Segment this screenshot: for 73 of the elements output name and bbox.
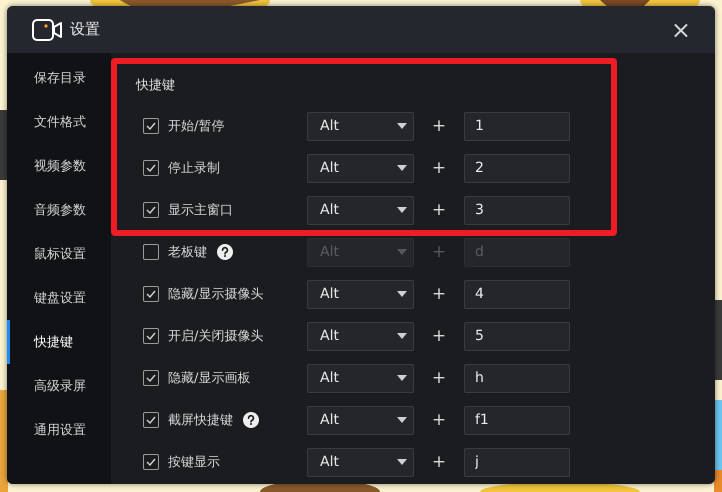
- key-field[interactable]: 1: [464, 112, 570, 140]
- shortcut-label: 截屏快捷键: [168, 412, 233, 429]
- key-field[interactable]: f1: [464, 406, 570, 434]
- caret-icon: [397, 333, 407, 339]
- caret-icon: [397, 459, 407, 465]
- plus-sign: +: [432, 158, 446, 178]
- check-icon: [146, 332, 156, 340]
- shortcut-label: 按键显示: [168, 454, 220, 471]
- caret-icon: [397, 249, 407, 255]
- plus-sign: +: [432, 326, 446, 346]
- check-icon: [146, 290, 156, 298]
- checkbox[interactable]: [143, 454, 159, 470]
- sidebar-item[interactable]: 快捷键: [7, 320, 111, 364]
- modifier-dropdown[interactable]: Alt: [307, 112, 414, 140]
- shortcut-label: 隐藏/显示画板: [168, 370, 250, 387]
- checkbox[interactable]: [143, 412, 159, 428]
- modifier-dropdown[interactable]: Alt: [307, 196, 414, 224]
- window-title: 设置: [70, 20, 101, 39]
- shortcut-label: 老板键: [168, 244, 207, 261]
- shortcut-label: 停止录制: [168, 160, 220, 177]
- modifier-dropdown[interactable]: Alt: [307, 448, 414, 476]
- key-field[interactable]: 2: [464, 154, 570, 182]
- plus-sign: +: [432, 200, 446, 220]
- checkbox[interactable]: [143, 118, 159, 134]
- modifier-dropdown[interactable]: Alt: [307, 364, 414, 392]
- check-icon: [146, 122, 156, 130]
- check-icon: [146, 416, 156, 424]
- help-icon[interactable]: [243, 412, 259, 428]
- modifier-dropdown[interactable]: Alt: [307, 280, 414, 308]
- shortcut-label: 隐藏/显示摄像头: [168, 286, 264, 303]
- sidebar-item[interactable]: 通用设置: [7, 408, 111, 452]
- plus-sign: +: [432, 242, 446, 262]
- caret-icon: [397, 375, 407, 381]
- caret-icon: [397, 123, 407, 129]
- shortcut-label: 显示主窗口: [168, 202, 233, 219]
- check-icon: [146, 164, 156, 172]
- shortcut-label: 开启/关闭摄像头: [168, 328, 264, 345]
- checkbox[interactable]: [143, 328, 159, 344]
- check-icon: [146, 206, 156, 214]
- key-field[interactable]: 4: [464, 280, 570, 308]
- checkbox[interactable]: [143, 286, 159, 302]
- plus-sign: +: [432, 452, 446, 472]
- modifier-dropdown[interactable]: Alt: [307, 154, 414, 182]
- check-icon: [146, 458, 156, 466]
- key-field[interactable]: j: [464, 448, 570, 476]
- key-field[interactable]: 5: [464, 322, 570, 350]
- camera-icon: [32, 18, 62, 40]
- sidebar-item[interactable]: 鼠标设置: [7, 232, 111, 276]
- caret-icon: [397, 165, 407, 171]
- sidebar-item[interactable]: 视频参数: [7, 144, 111, 188]
- modifier-dropdown[interactable]: Alt: [307, 322, 414, 350]
- sidebar-item[interactable]: 高级录屏: [7, 364, 111, 408]
- sidebar-item[interactable]: 键盘设置: [7, 276, 111, 320]
- caret-icon: [397, 417, 407, 423]
- plus-sign: +: [432, 116, 446, 136]
- check-icon: [146, 374, 156, 382]
- close-button[interactable]: ×: [666, 18, 695, 42]
- key-field[interactable]: 3: [464, 196, 570, 224]
- caret-icon: [397, 291, 407, 297]
- plus-sign: +: [432, 284, 446, 304]
- shortcut-label: 开始/暂停: [168, 118, 224, 135]
- section-title: 快捷键: [136, 78, 175, 94]
- checkbox[interactable]: [143, 370, 159, 386]
- caret-icon: [397, 207, 407, 213]
- sidebar-item[interactable]: 文件格式: [7, 100, 111, 144]
- sidebar-item[interactable]: 音频参数: [7, 188, 111, 232]
- sidebar-item[interactable]: 保存目录: [7, 56, 111, 100]
- checkbox[interactable]: [143, 160, 159, 176]
- checkbox[interactable]: [143, 202, 159, 218]
- plus-sign: +: [432, 368, 446, 388]
- key-field[interactable]: h: [464, 364, 570, 392]
- plus-sign: +: [432, 410, 446, 430]
- modifier-dropdown[interactable]: Alt: [307, 406, 414, 434]
